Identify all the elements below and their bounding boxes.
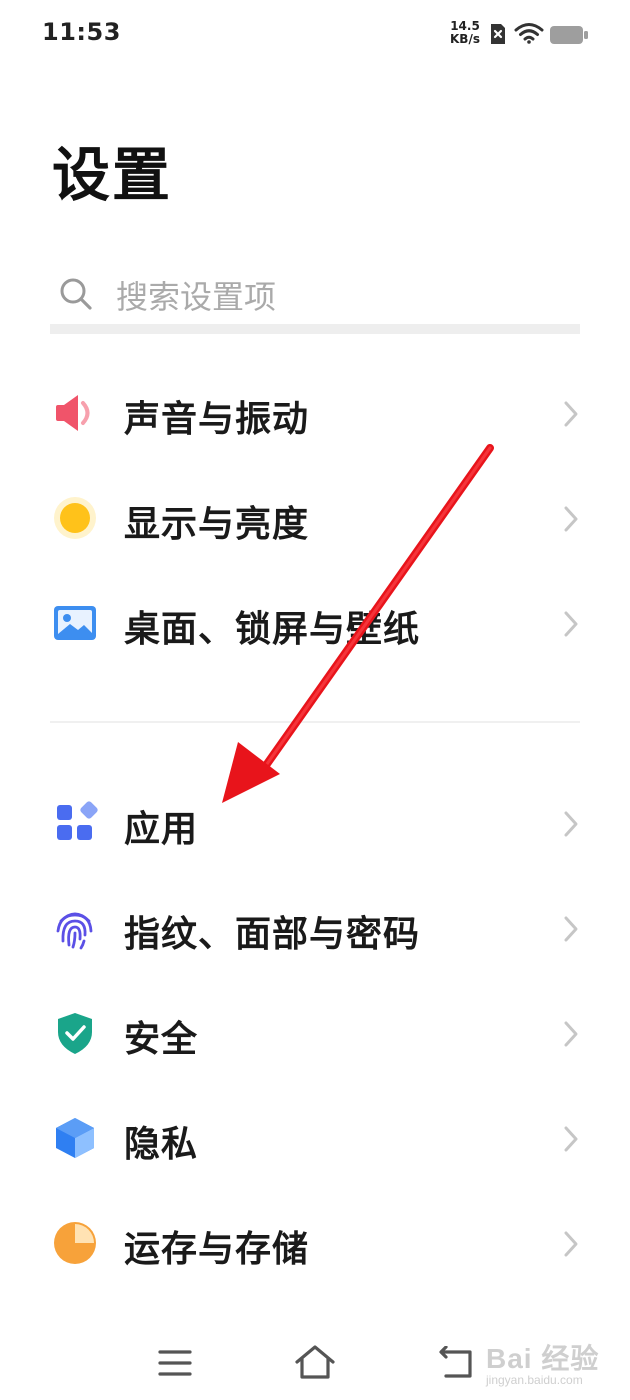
- settings-group-display: 声音与振动 显示与亮度 桌面、锁屏与壁纸: [0, 360, 630, 675]
- network-speed-unit: KB/s: [450, 32, 480, 46]
- search-icon: [60, 278, 92, 310]
- watermark-url: jingyan.baidu.com: [486, 1373, 583, 1387]
- chevron-right-icon: [564, 916, 578, 942]
- watermark-brand: Bai 经验: [486, 1343, 600, 1374]
- status-bar: 11:53 14.5 KB/s: [0, 0, 630, 70]
- settings-item-wallpaper[interactable]: 桌面、锁屏与壁纸: [0, 570, 630, 675]
- settings-group-system: 应用 指纹、面部与密码 安全 隐私 运存与存储: [0, 770, 630, 1295]
- privacy-cube-icon: [56, 1118, 94, 1158]
- sun-icon: [54, 497, 96, 539]
- status-time: 11:53: [42, 18, 121, 46]
- page-title: 设置: [52, 141, 173, 209]
- settings-item-label: 声音与振动: [124, 399, 310, 440]
- chevron-right-icon: [564, 1126, 578, 1152]
- battery-icon: [550, 26, 588, 44]
- chevron-right-icon: [564, 611, 578, 637]
- chevron-right-icon: [564, 811, 578, 837]
- baidu-jingyan-watermark: Bai 经验 jingyan.baidu.com: [486, 1333, 621, 1393]
- speaker-icon: [56, 395, 90, 431]
- home-icon[interactable]: [294, 1344, 336, 1380]
- sim-blocked-icon: [491, 24, 505, 44]
- settings-item-privacy[interactable]: 隐私: [0, 1085, 630, 1190]
- settings-item-label: 运存与存储: [124, 1229, 310, 1270]
- group-divider: [50, 721, 580, 723]
- settings-item-display-brightness[interactable]: 显示与亮度: [0, 465, 630, 570]
- chevron-right-icon: [564, 401, 578, 427]
- settings-item-sound-vibration[interactable]: 声音与振动: [0, 360, 630, 465]
- settings-item-label: 指纹、面部与密码: [124, 914, 421, 955]
- search-input[interactable]: [116, 272, 556, 322]
- settings-item-label: 隐私: [124, 1124, 199, 1165]
- search-bar[interactable]: [50, 262, 580, 334]
- chevron-right-icon: [564, 506, 578, 532]
- chevron-right-icon: [564, 1231, 578, 1257]
- settings-item-label: 桌面、锁屏与壁纸: [124, 609, 421, 650]
- network-speed: 14.5 KB/s: [446, 20, 484, 46]
- settings-item-label: 应用: [124, 809, 199, 850]
- fingerprint-icon: [56, 912, 93, 950]
- chevron-right-icon: [564, 1021, 578, 1047]
- apps-icon: [57, 801, 98, 840]
- shield-icon: [58, 1013, 92, 1054]
- settings-item-label: 安全: [124, 1019, 199, 1060]
- settings-item-memory-storage[interactable]: 运存与存储: [0, 1190, 630, 1295]
- wallpaper-icon: [54, 606, 96, 640]
- menu-icon[interactable]: [158, 1348, 192, 1378]
- settings-item-fingerprint-face-password[interactable]: 指纹、面部与密码: [0, 875, 630, 980]
- storage-pie-icon: [54, 1222, 96, 1264]
- settings-item-apps[interactable]: 应用: [0, 770, 630, 875]
- search-underline: [50, 324, 580, 334]
- settings-item-label: 显示与亮度: [124, 504, 310, 545]
- back-icon[interactable]: [438, 1346, 474, 1380]
- settings-item-security[interactable]: 安全: [0, 980, 630, 1085]
- wifi-icon: [514, 23, 544, 44]
